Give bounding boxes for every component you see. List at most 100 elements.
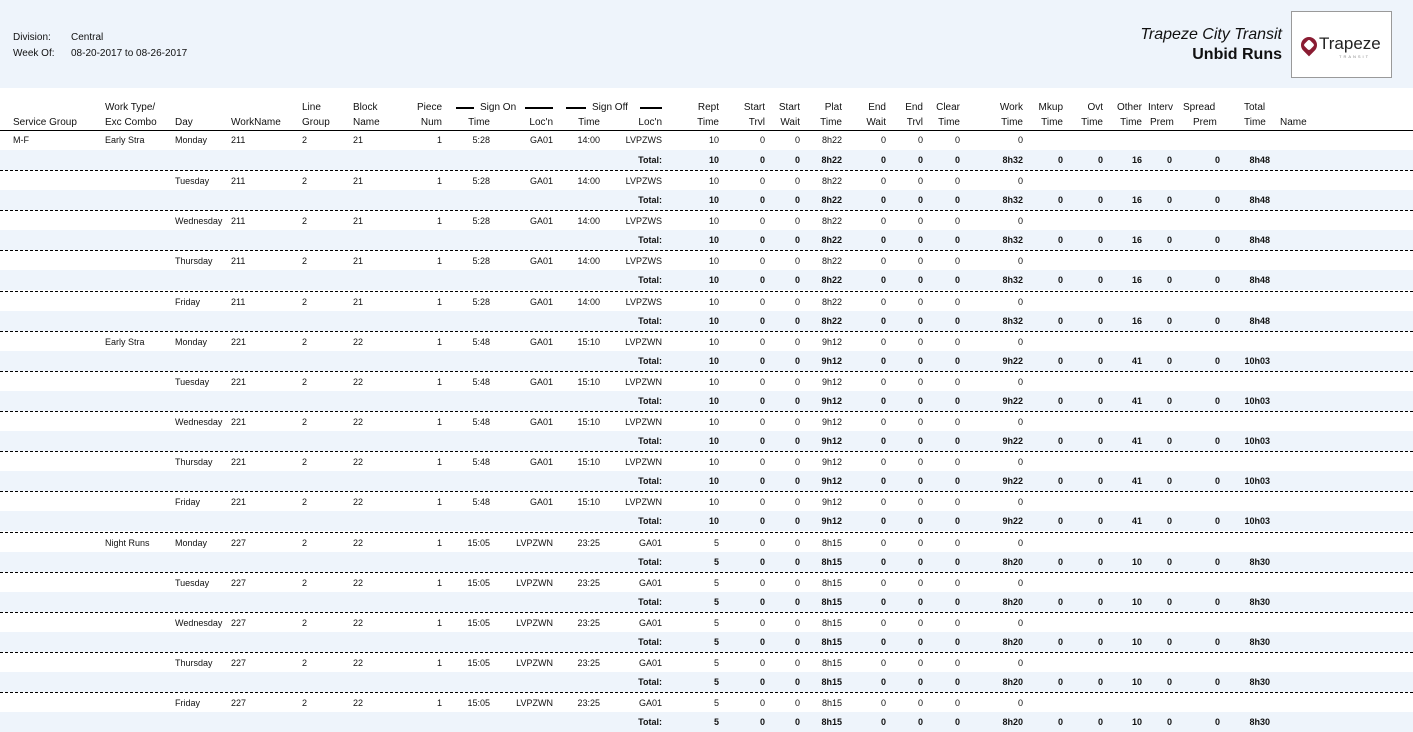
cell-day: Tuesday bbox=[175, 577, 210, 588]
cell-day: Tuesday bbox=[175, 376, 210, 387]
cell-end-trvl: 0 bbox=[917, 537, 923, 548]
total-clear-time: 0 bbox=[954, 476, 960, 487]
total-end-trvl: 0 bbox=[917, 235, 923, 246]
total-work-time: 8h20 bbox=[1002, 717, 1023, 728]
total-mkup-time: 0 bbox=[1057, 235, 1063, 246]
cell-sign-on-loc: GA01 bbox=[529, 216, 553, 227]
cell-rept-time: 10 bbox=[708, 376, 719, 387]
cell-start-trvl: 0 bbox=[759, 216, 765, 227]
total-total-label: Total: bbox=[638, 155, 662, 165]
cell-clear-time: 0 bbox=[954, 657, 960, 668]
cell-clear-time: 0 bbox=[954, 617, 960, 628]
total-clear-time: 0 bbox=[954, 315, 960, 326]
total-rept-time: 10 bbox=[708, 476, 719, 487]
total-ovt-time: 0 bbox=[1097, 476, 1103, 487]
cell-block-name: 22 bbox=[353, 417, 364, 428]
cell-work-time: 0 bbox=[1017, 417, 1023, 428]
total-end-trvl: 0 bbox=[917, 596, 923, 607]
cell-sign-off-loc: GA01 bbox=[638, 577, 662, 588]
cell-start-wait: 0 bbox=[794, 417, 800, 428]
col-clear-time: Time bbox=[938, 117, 960, 128]
total-clear-time: 0 bbox=[954, 636, 960, 647]
cell-sign-off-time: 23:25 bbox=[577, 617, 600, 628]
total-spread-prem: 0 bbox=[1214, 355, 1220, 366]
cell-sign-on-loc: GA01 bbox=[529, 417, 553, 428]
cell-piece-num: 1 bbox=[436, 216, 442, 227]
cell-rept-time: 10 bbox=[708, 216, 719, 227]
cell-work-time: 0 bbox=[1017, 256, 1023, 267]
total-ovt-time: 0 bbox=[1097, 155, 1103, 165]
total-mkup-time: 0 bbox=[1057, 275, 1063, 286]
cell-rept-time: 10 bbox=[708, 135, 719, 145]
cell-sign-off-loc: LVPZWN bbox=[625, 336, 662, 347]
total-plat-time: 9h12 bbox=[821, 476, 842, 487]
cell-plat-time: 9h12 bbox=[821, 417, 842, 428]
total-mkup-time: 0 bbox=[1057, 556, 1063, 567]
col-work-type: Work Type/ bbox=[105, 102, 156, 113]
cell-plat-time: 9h12 bbox=[821, 376, 842, 387]
cell-work-time: 0 bbox=[1017, 497, 1023, 508]
total-spread-prem: 0 bbox=[1214, 195, 1220, 206]
cell-line-group: 2 bbox=[302, 376, 308, 387]
total-start-trvl: 0 bbox=[759, 636, 765, 647]
total-plat-time: 8h15 bbox=[821, 556, 842, 567]
total-start-trvl: 0 bbox=[759, 315, 765, 326]
col-ovt: Ovt bbox=[1087, 102, 1103, 113]
total-interv-prem: 0 bbox=[1166, 436, 1172, 447]
total-row: Total: 10 0 0 9h12 0 0 0 9h22 0 0 41 0 0 10h03 bbox=[0, 471, 1413, 492]
total-end-trvl: 0 bbox=[917, 717, 923, 728]
cell-work-time: 0 bbox=[1017, 537, 1023, 548]
trapeze-logo: Trapeze TRANSIT bbox=[1291, 11, 1392, 78]
col-workname: WorkName bbox=[231, 117, 281, 128]
total-plat-time: 9h12 bbox=[821, 395, 842, 406]
cell-line-group: 2 bbox=[302, 256, 308, 267]
total-total-time: 8h30 bbox=[1249, 556, 1270, 567]
total-interv-prem: 0 bbox=[1166, 516, 1172, 527]
cell-rept-time: 10 bbox=[708, 256, 719, 267]
cell-clear-time: 0 bbox=[954, 135, 960, 145]
run-row: M-F Early Stra Monday 211 2 21 1 5:28 GA01 14:00 L… bbox=[0, 130, 1413, 150]
total-ovt-time: 0 bbox=[1097, 235, 1103, 246]
cell-end-wait: 0 bbox=[880, 577, 886, 588]
total-rept-time: 5 bbox=[713, 636, 719, 647]
cell-sign-on-loc: GA01 bbox=[529, 296, 553, 307]
total-rept-time: 10 bbox=[708, 516, 719, 527]
cell-sign-on-time: 5:28 bbox=[472, 176, 490, 187]
cell-service-group: M-F bbox=[13, 135, 29, 145]
cell-end-wait: 0 bbox=[880, 417, 886, 428]
cell-day: Thursday bbox=[175, 457, 213, 468]
total-end-trvl: 0 bbox=[917, 195, 923, 206]
cell-sign-off-time: 14:00 bbox=[577, 135, 600, 145]
cell-day: Friday bbox=[175, 296, 201, 307]
run-row: Tuesday 211 2 21 1 5:28 GA01 14:00 LVPZWS 10 0 0 8h2… bbox=[0, 170, 1413, 191]
cell-clear-time: 0 bbox=[954, 698, 960, 709]
total-spread-prem: 0 bbox=[1214, 516, 1220, 527]
cell-clear-time: 0 bbox=[954, 376, 960, 387]
total-end-trvl: 0 bbox=[917, 516, 923, 527]
total-start-trvl: 0 bbox=[759, 155, 765, 165]
run-row: Wednesday 221 2 22 1 5:48 GA01 15:10 LVPZWN 10 0 0 9… bbox=[0, 411, 1413, 432]
total-clear-time: 0 bbox=[954, 596, 960, 607]
cell-rept-time: 5 bbox=[713, 698, 719, 709]
cell-start-wait: 0 bbox=[794, 657, 800, 668]
cell-sign-off-time: 23:25 bbox=[577, 577, 600, 588]
total-rept-time: 10 bbox=[708, 355, 719, 366]
col-spread: Spread bbox=[1183, 102, 1216, 113]
col-off-time: Time bbox=[578, 117, 600, 128]
total-start-wait: 0 bbox=[794, 717, 800, 728]
cell-piece-num: 1 bbox=[436, 657, 442, 668]
cell-sign-on-loc: GA01 bbox=[529, 336, 553, 347]
cell-sign-off-loc: LVPZWS bbox=[625, 176, 662, 187]
total-clear-time: 0 bbox=[954, 717, 960, 728]
cell-piece-num: 1 bbox=[436, 176, 442, 187]
total-total-label: Total: bbox=[638, 315, 662, 326]
total-rept-time: 10 bbox=[708, 275, 719, 286]
col-interv-prem: Prem bbox=[1150, 117, 1174, 128]
report-meta: Division: Central Week Of: 08-20-2017 to 0… bbox=[13, 30, 187, 62]
cell-rept-time: 10 bbox=[708, 417, 719, 428]
total-mkup-time: 0 bbox=[1057, 476, 1063, 487]
total-spread-prem: 0 bbox=[1214, 315, 1220, 326]
col-start-trvl: Start bbox=[743, 102, 765, 113]
cell-work-time: 0 bbox=[1017, 176, 1023, 187]
cell-line-group: 2 bbox=[302, 537, 308, 548]
